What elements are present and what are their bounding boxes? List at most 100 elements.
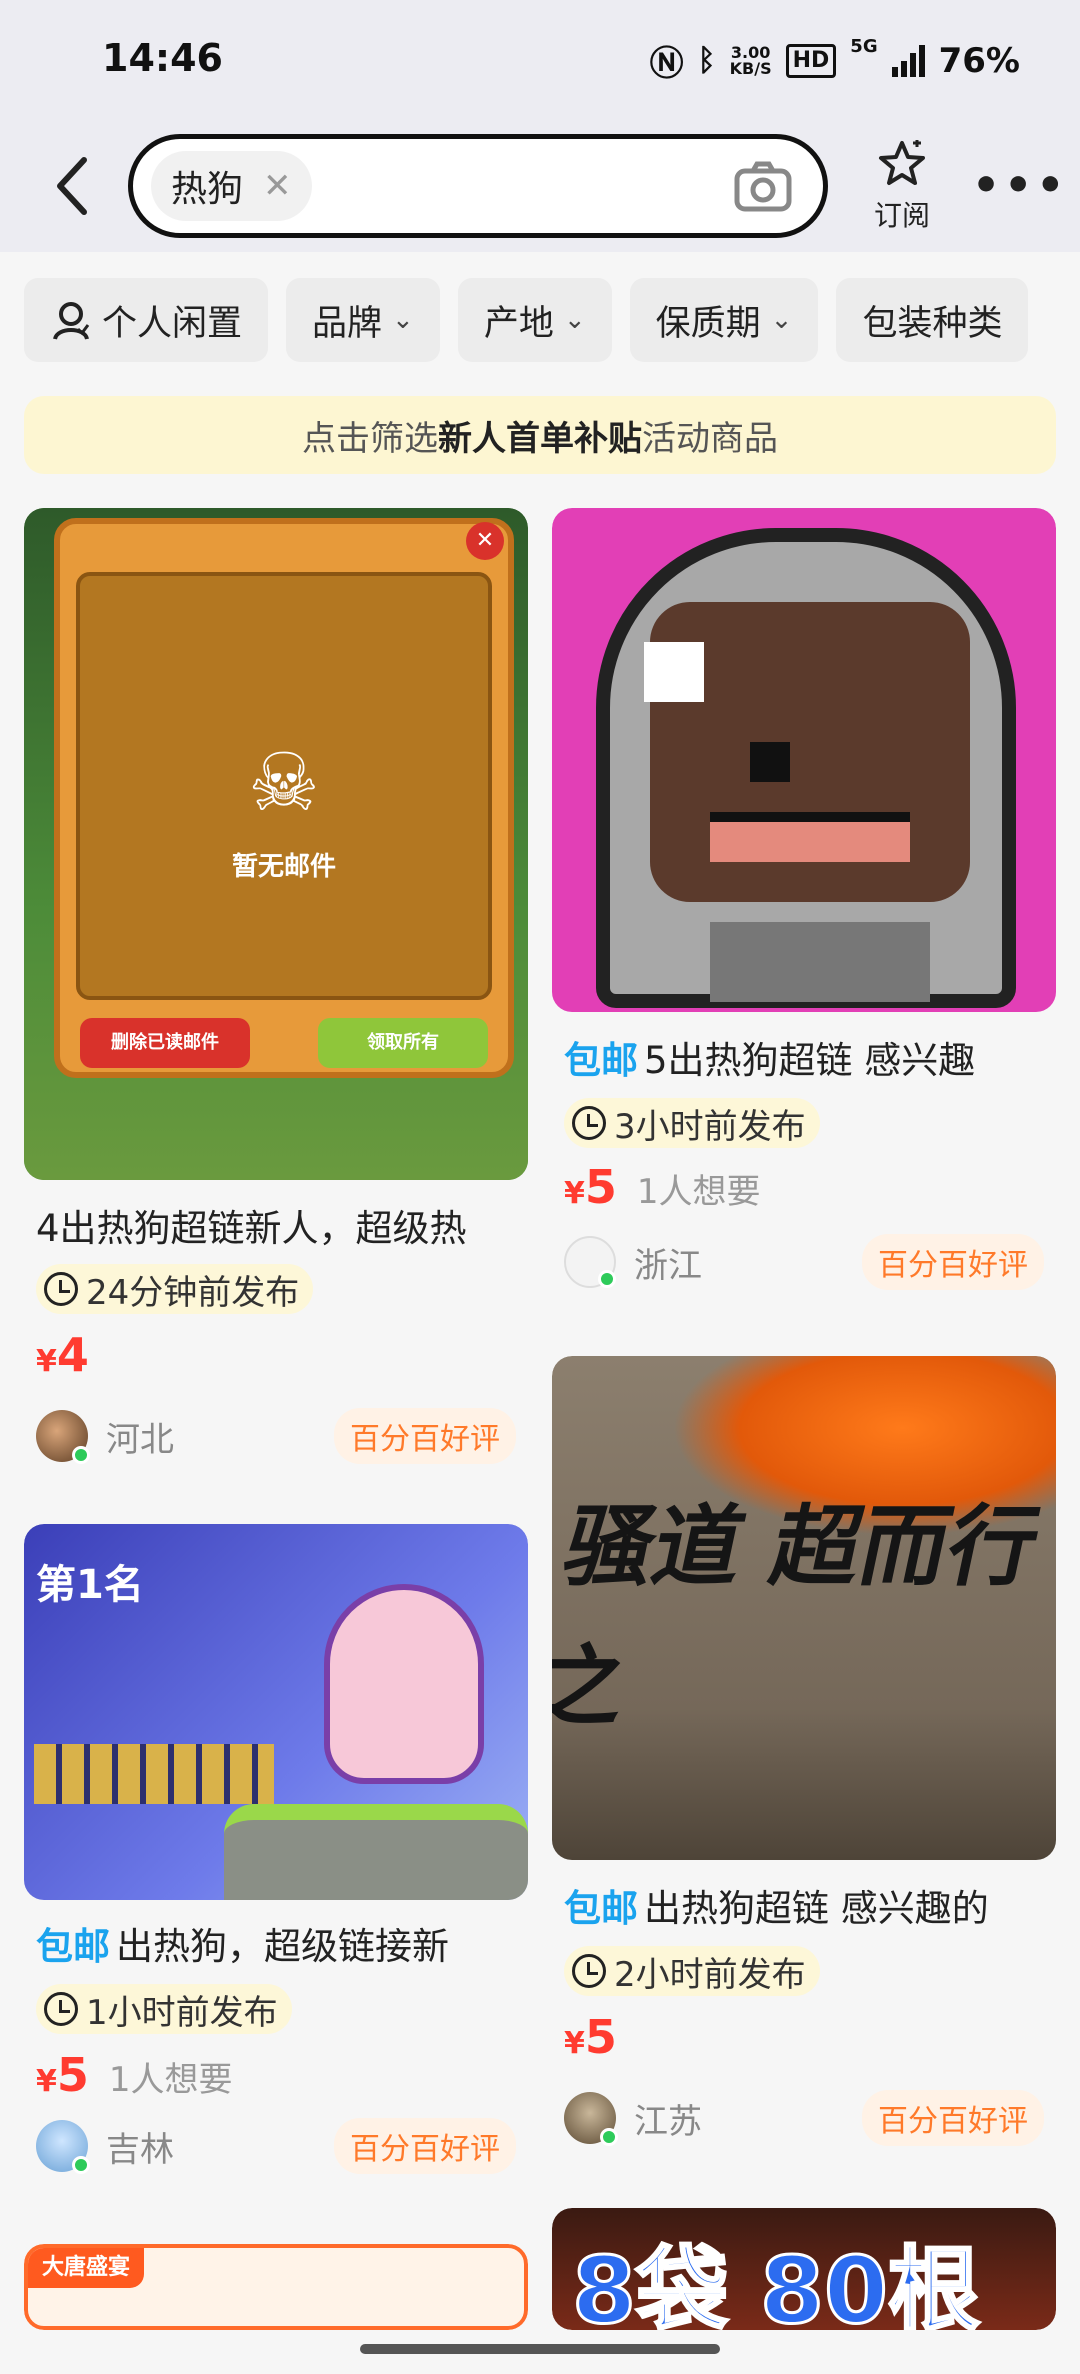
image-btn-claim: 领取所有 — [318, 1018, 488, 1068]
filter-label: 品牌 — [312, 303, 383, 344]
more-options-icon[interactable]: ••• — [972, 160, 1068, 211]
image-btn-delete: 删除已读邮件 — [80, 1018, 250, 1068]
currency-symbol: ¥ — [564, 2026, 585, 2061]
subscribe-label: 订阅 — [873, 199, 930, 232]
product-title-text: 出热狗，超级链接新 — [116, 1925, 449, 1968]
image-lineup — [34, 1744, 274, 1804]
product-price: ¥ 4 — [36, 1328, 89, 1382]
subscribe-star-icon — [879, 139, 925, 185]
search-box[interactable]: 热狗 ✕ — [128, 134, 828, 238]
product-title: 4出热狗超链新人，超级热 — [36, 1198, 516, 1252]
chevron-down-icon: ⌄ — [770, 305, 793, 335]
filter-label: 保质期 — [655, 303, 761, 344]
search-keyword-chip[interactable]: 热狗 ✕ — [151, 151, 312, 221]
posted-time: 2小时前发布 — [564, 1946, 820, 1996]
filter-label: 包装种类 — [862, 303, 1003, 344]
filter-label: 个人闲置 — [102, 303, 243, 344]
filter-origin[interactable]: 产地 ⌄ — [457, 278, 612, 362]
seller-region: 浙江 — [634, 1245, 702, 1286]
price-value: 5 — [584, 1160, 617, 1214]
posted-time-text: 1小时前发布 — [86, 1992, 278, 2033]
back-arrow-icon — [57, 157, 87, 215]
seller-info[interactable]: 河北 百分百好评 — [36, 1406, 516, 1466]
clock-icon — [572, 1954, 606, 1988]
image-banner-text: 大唐盛宴 — [42, 2255, 131, 2280]
camera-search-button[interactable] — [733, 159, 793, 215]
chevron-down-icon: ⌄ — [563, 305, 586, 335]
banner-suffix: 活动商品 — [642, 418, 778, 459]
rating-badge: 百分百好评 — [334, 2118, 516, 2174]
filter-package-type[interactable]: 包装种类 — [836, 278, 1029, 362]
clear-keyword-icon[interactable]: ✕ — [263, 166, 292, 206]
filter-label: 产地 — [483, 303, 554, 344]
currency-symbol: ¥ — [564, 1176, 585, 1211]
posted-time: 1小时前发布 — [36, 1984, 292, 2034]
search-header: 热狗 ✕ 订阅 ••• — [0, 120, 1080, 252]
image-headline: 8袋 80根 — [570, 2236, 981, 2331]
back-button[interactable] — [44, 150, 104, 222]
status-time: 14:46 — [102, 36, 223, 80]
nfc-icon: Ⓝ — [649, 44, 684, 84]
clock-icon — [572, 1106, 606, 1140]
banner-prefix: 点击筛选 — [302, 418, 438, 459]
status-icons: Ⓝ ᛒ 3.00 KB/S HD 5G 76% — [650, 36, 1020, 85]
chevron-down-icon: ⌄ — [392, 305, 414, 335]
promo-banner[interactable]: 点击筛选 新人首单补贴 活动商品 — [24, 396, 1056, 474]
seller-info[interactable]: 江苏 百分百好评 — [564, 2088, 1044, 2148]
currency-symbol: ¥ — [36, 1344, 57, 1379]
avatar — [36, 2120, 90, 2174]
image-panel: ☠ 暂无邮件 删除已读邮件 领取所有 ✕ — [54, 518, 514, 1078]
product-title-text: 5出热狗超链 感兴趣 — [644, 1039, 976, 1082]
camera-icon — [734, 161, 792, 212]
product-image: 骚道 超而行之 — [552, 1356, 1056, 1860]
want-count: 1人想要 — [108, 2060, 233, 2100]
image-close-icon: ✕ — [466, 522, 504, 560]
product-price: ¥ 5 1人想要 — [36, 2048, 233, 2102]
pixel-helmet — [596, 528, 1016, 1008]
clock-icon — [44, 1272, 78, 1306]
person-icon — [53, 302, 90, 340]
want-count: 1人想要 — [636, 1172, 761, 1212]
online-dot — [72, 2156, 90, 2174]
net-speed: 3.00 KB/S — [729, 42, 772, 78]
currency-symbol: ¥ — [36, 2064, 57, 2099]
rating-badge: 百分百好评 — [862, 1234, 1044, 1290]
rating-badge: 百分百好评 — [334, 1408, 516, 1464]
filter-personal-idle[interactable]: 个人闲置 — [24, 278, 269, 362]
filter-brand[interactable]: 品牌 ⌄ — [286, 278, 440, 362]
posted-time-text: 24分钟前发布 — [86, 1272, 300, 1313]
product-image: ☠ 暂无邮件 删除已读邮件 领取所有 ✕ — [24, 508, 528, 1180]
avatar — [36, 1410, 90, 1464]
filter-shelf-life[interactable]: 保质期 ⌄ — [629, 278, 819, 362]
home-indicator[interactable] — [360, 2344, 720, 2354]
status-bar: 14:46 Ⓝ ᛒ 3.00 KB/S HD 5G 76% — [0, 0, 1080, 120]
product-price: ¥ 5 — [564, 2010, 617, 2064]
seller-info[interactable]: 吉林 百分百好评 — [36, 2116, 516, 2176]
posted-time: 24分钟前发布 — [36, 1264, 314, 1314]
online-dot — [600, 2128, 618, 2146]
product-card[interactable]: 第1名 包邮 出热狗，超级链接新 1小时前发布 ¥ 5 1人想要 吉林 百分百好评 — [24, 1524, 528, 2184]
seller-info[interactable]: 浙江 百分百好评 — [564, 1232, 1044, 1292]
signal-5g-label: 5G — [850, 36, 878, 57]
product-title: 包邮 出热狗，超级链接新 — [36, 1916, 516, 1970]
product-card[interactable]: 大唐盛宴 — [24, 2244, 528, 2330]
free-shipping-tag: 包邮 — [36, 1925, 110, 1968]
seller-region: 江苏 — [634, 2101, 702, 2142]
product-card[interactable]: 包邮 5出热狗超链 感兴趣 3小时前发布 ¥ 5 1人想要 浙江 百分百好评 — [552, 508, 1056, 1298]
image-rank-text: 第1名 — [36, 1562, 144, 1608]
subscribe-button[interactable]: 订阅 — [866, 139, 938, 234]
image-banner-label: 大唐盛宴 — [28, 2248, 145, 2288]
seller-region: 河北 — [106, 1419, 174, 1460]
hd-icon: HD — [785, 43, 837, 78]
product-image — [552, 508, 1056, 1012]
price-value: 4 — [56, 1328, 89, 1382]
product-image: 8袋 80根 — [552, 2208, 1056, 2330]
product-card[interactable]: 骚道 超而行之 包邮 出热狗超链 感兴趣的 2小时前发布 ¥ 5 江苏 百分百好评 — [552, 1356, 1056, 2156]
rating-badge: 百分百好评 — [862, 2090, 1044, 2146]
signal-icon — [891, 44, 925, 77]
product-card[interactable]: ☠ 暂无邮件 删除已读邮件 领取所有 ✕ 4出热狗超链新人，超级热 24分钟前发… — [24, 508, 528, 1476]
product-image: 大唐盛宴 — [24, 2244, 528, 2330]
product-price: ¥ 5 1人想要 — [564, 1160, 761, 1214]
product-card[interactable]: 8袋 80根 — [552, 2208, 1056, 2330]
product-title: 包邮 出热狗超链 感兴趣的 — [564, 1878, 1044, 1932]
